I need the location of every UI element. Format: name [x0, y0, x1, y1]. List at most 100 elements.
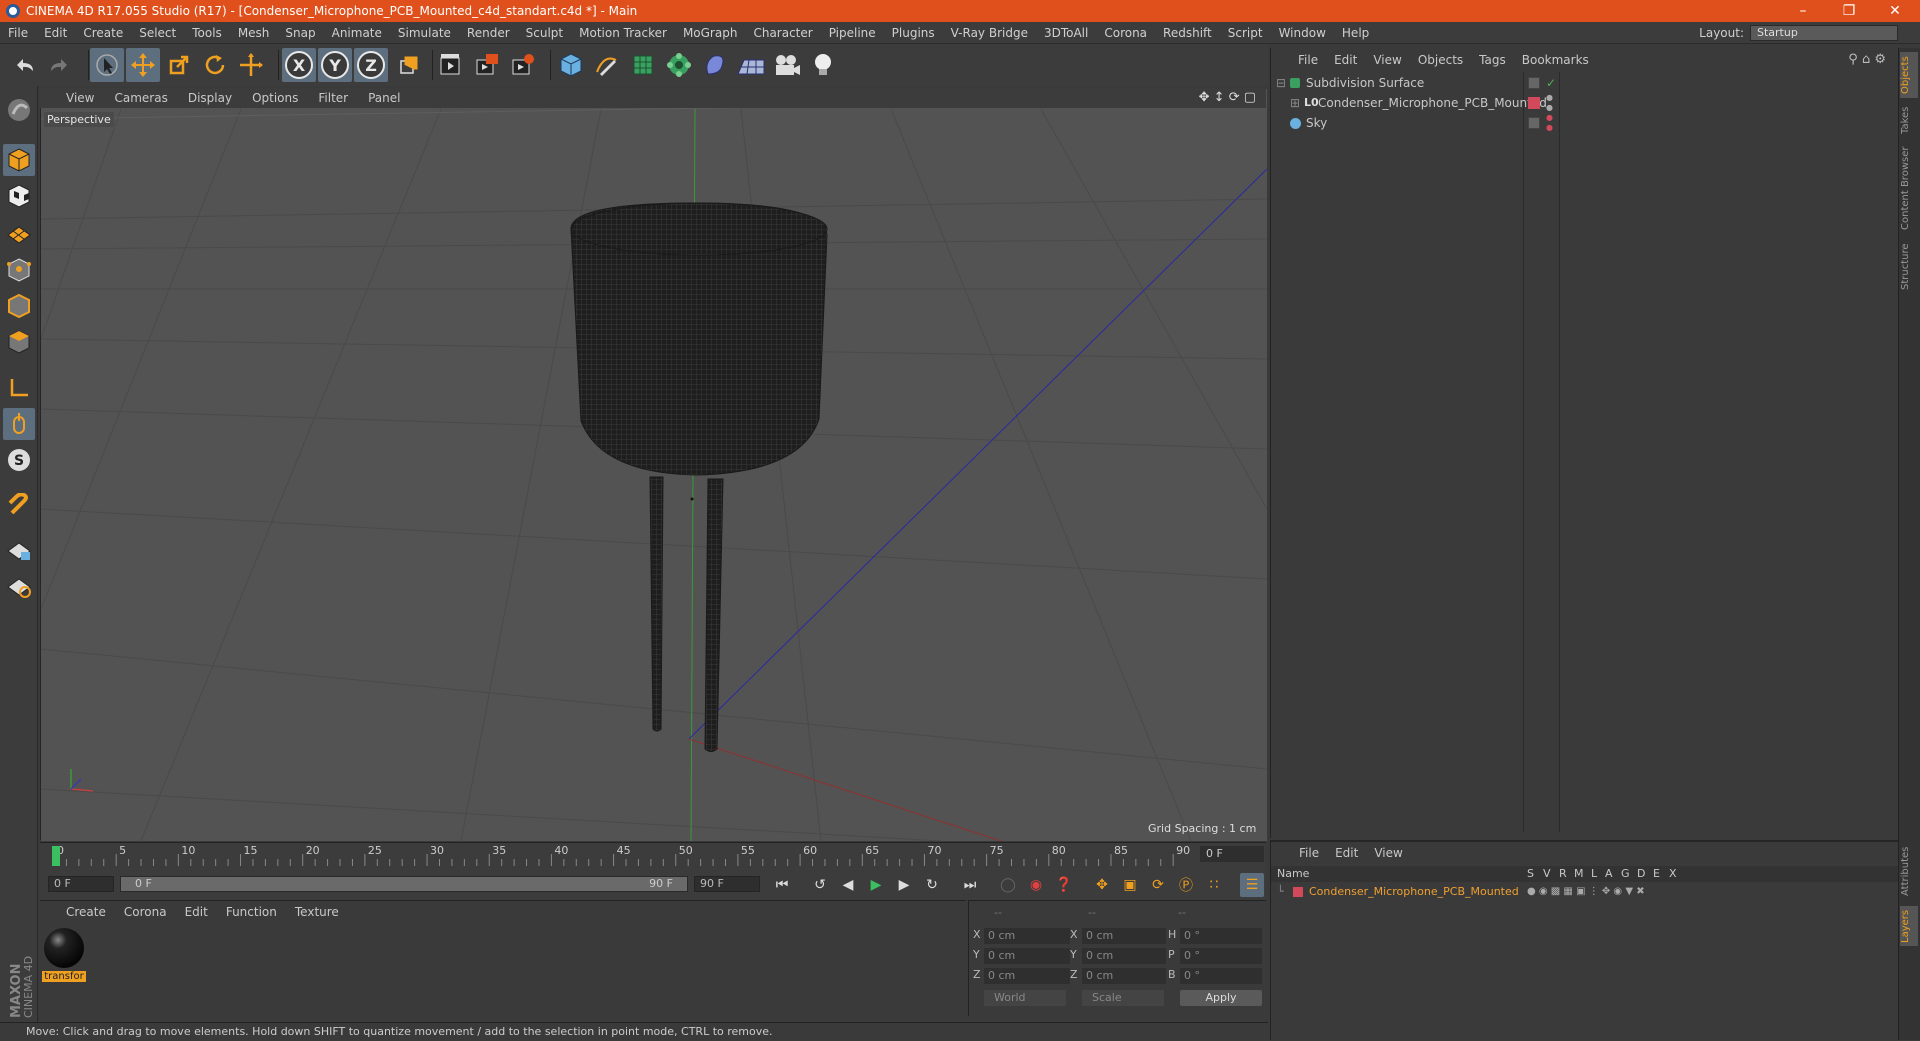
- pos-x-field[interactable]: 0 cm: [984, 928, 1070, 944]
- coordinate-system-icon[interactable]: [392, 48, 426, 82]
- menu-redshift[interactable]: Redshift: [1155, 26, 1220, 40]
- object-row-sky[interactable]: Sky ● ●: [1276, 113, 1896, 133]
- enabled-check-icon[interactable]: ✓: [1546, 73, 1556, 93]
- tab-attributes[interactable]: Attributes: [1900, 840, 1918, 902]
- key-pla-icon[interactable]: ∷: [1202, 873, 1226, 897]
- layer-swatch[interactable]: [1528, 77, 1540, 89]
- layer-color-swatch[interactable]: [1293, 887, 1303, 897]
- menu-vray-bridge[interactable]: V-Ray Bridge: [943, 26, 1036, 40]
- viewport-nav-icons[interactable]: ✥ ↕ ⟳ ▢: [1199, 90, 1256, 105]
- menu-animate[interactable]: Animate: [324, 26, 390, 40]
- visibility-dots-icon[interactable]: ● ●: [1546, 113, 1553, 133]
- current-frame-field[interactable]: 0 F: [1200, 846, 1264, 862]
- start-frame-field[interactable]: 0 F: [48, 876, 114, 892]
- material-menu-texture[interactable]: Texture: [286, 905, 348, 919]
- go-to-end-icon[interactable]: ⏭: [958, 873, 982, 897]
- object-manager-search-icon[interactable]: ⚲ ⌂ ⚙: [1848, 52, 1886, 67]
- cube-object-icon[interactable]: [554, 48, 588, 82]
- go-to-start-icon[interactable]: ⏮: [770, 873, 794, 897]
- objects-menu-bookmarks[interactable]: Bookmarks: [1514, 53, 1597, 67]
- material-menu-corona[interactable]: Corona: [115, 905, 176, 919]
- layer-row[interactable]: └ Condenser_Microphone_PCB_Mounted ● ◉ ▩…: [1271, 883, 1899, 901]
- lock-workplane-icon[interactable]: [3, 534, 35, 566]
- collapse-icon[interactable]: ⊟: [1276, 73, 1286, 93]
- snap-settings-icon[interactable]: S: [3, 444, 35, 476]
- transform-tool-icon[interactable]: [234, 48, 268, 82]
- menu-pipeline[interactable]: Pipeline: [821, 26, 884, 40]
- move-tool-icon[interactable]: [126, 48, 160, 82]
- previous-key-icon[interactable]: ↺: [808, 873, 832, 897]
- light-icon[interactable]: [806, 48, 840, 82]
- rot-h-field[interactable]: 0 °: [1180, 928, 1262, 944]
- apply-button[interactable]: Apply: [1180, 990, 1262, 1006]
- x-axis-toggle[interactable]: X: [282, 48, 316, 82]
- expand-icon[interactable]: ⊞: [1290, 93, 1300, 113]
- undo-icon[interactable]: [8, 48, 42, 82]
- layout-select[interactable]: Startup: [1750, 25, 1898, 41]
- menu-sculpt[interactable]: Sculpt: [518, 26, 571, 40]
- objects-menu-view[interactable]: View: [1365, 53, 1409, 67]
- objects-menu-objects[interactable]: Objects: [1410, 53, 1471, 67]
- deformer-icon[interactable]: [698, 48, 732, 82]
- objects-menu-tags[interactable]: Tags: [1471, 53, 1514, 67]
- viewport-menu-cameras[interactable]: Cameras: [104, 91, 177, 105]
- render-view-icon[interactable]: [434, 48, 468, 82]
- object-row-condenser-microphone[interactable]: ⊞ L0 Condenser_Microphone_PCB_Mounted ● ●: [1276, 93, 1896, 113]
- viewport-menu-panel[interactable]: Panel: [358, 91, 410, 105]
- viewport-3d[interactable]: [40, 88, 1267, 841]
- points-mode-icon[interactable]: [3, 254, 35, 286]
- menu-plugins[interactable]: Plugins: [884, 26, 943, 40]
- viewport-menu-options[interactable]: Options: [242, 91, 308, 105]
- tweak-mode-icon[interactable]: [3, 408, 35, 440]
- edges-mode-icon[interactable]: [3, 290, 35, 322]
- subdivision-surface-icon[interactable]: [626, 48, 660, 82]
- viewport-menu-filter[interactable]: Filter: [308, 91, 358, 105]
- restore-button[interactable]: ❐: [1826, 0, 1872, 22]
- floor-icon[interactable]: [734, 48, 768, 82]
- menu-motion-tracker[interactable]: Motion Tracker: [571, 26, 675, 40]
- render-settings-icon[interactable]: [506, 48, 540, 82]
- layers-menu-file[interactable]: File: [1291, 846, 1327, 860]
- end-frame-field[interactable]: 90 F: [694, 876, 760, 892]
- key-scale-icon[interactable]: ▣: [1118, 873, 1142, 897]
- size-x-field[interactable]: 0 cm: [1082, 928, 1166, 944]
- objects-menu-file[interactable]: File: [1290, 53, 1326, 67]
- menu-render[interactable]: Render: [459, 26, 518, 40]
- cloner-icon[interactable]: [662, 48, 696, 82]
- menu-snap[interactable]: Snap: [277, 26, 323, 40]
- rotate-tool-icon[interactable]: [198, 48, 232, 82]
- y-axis-toggle[interactable]: Y: [318, 48, 352, 82]
- menu-create[interactable]: Create: [75, 26, 131, 40]
- tab-structure[interactable]: Structure: [1900, 240, 1918, 294]
- pos-y-field[interactable]: 0 cm: [984, 948, 1070, 964]
- live-selection-icon[interactable]: [90, 48, 124, 82]
- layers-menu-view[interactable]: View: [1366, 846, 1410, 860]
- material-swatch[interactable]: transfor: [42, 926, 86, 984]
- redo-icon[interactable]: [42, 48, 76, 82]
- menu-mesh[interactable]: Mesh: [230, 26, 278, 40]
- size-mode-select[interactable]: Scale: [1082, 990, 1164, 1006]
- polygons-mode-icon[interactable]: [3, 326, 35, 358]
- menu-tools[interactable]: Tools: [184, 26, 230, 40]
- next-frame-icon[interactable]: ▶: [892, 873, 916, 897]
- menu-3dtoall[interactable]: 3DToAll: [1036, 26, 1096, 40]
- auto-keying-icon[interactable]: ◉: [1024, 873, 1048, 897]
- key-position-icon[interactable]: ✥: [1090, 873, 1114, 897]
- timeline-playhead[interactable]: [52, 846, 60, 866]
- next-key-icon[interactable]: ↻: [920, 873, 944, 897]
- key-rotation-icon[interactable]: ⟳: [1146, 873, 1170, 897]
- keyframe-selection-icon[interactable]: ❓: [1052, 873, 1076, 897]
- magnet-icon[interactable]: [3, 490, 35, 522]
- objects-menu-edit[interactable]: Edit: [1326, 53, 1365, 67]
- coordinate-space-select[interactable]: World: [984, 990, 1066, 1006]
- material-menu-create[interactable]: Create: [40, 905, 115, 919]
- menu-character[interactable]: Character: [745, 26, 820, 40]
- texture-mode-icon[interactable]: [3, 180, 35, 212]
- workplane-mode-icon[interactable]: [3, 216, 35, 248]
- timeline-window-icon[interactable]: ☰: [1240, 873, 1264, 897]
- previous-frame-icon[interactable]: ◀: [836, 873, 860, 897]
- camera-icon[interactable]: [770, 48, 804, 82]
- scale-tool-icon[interactable]: [162, 48, 196, 82]
- close-button[interactable]: ✕: [1872, 0, 1918, 22]
- layer-flag-icons[interactable]: ● ◉ ▩ ▦ ▣ ⋮ ✥ ◉ ▼ ✖: [1527, 883, 1645, 901]
